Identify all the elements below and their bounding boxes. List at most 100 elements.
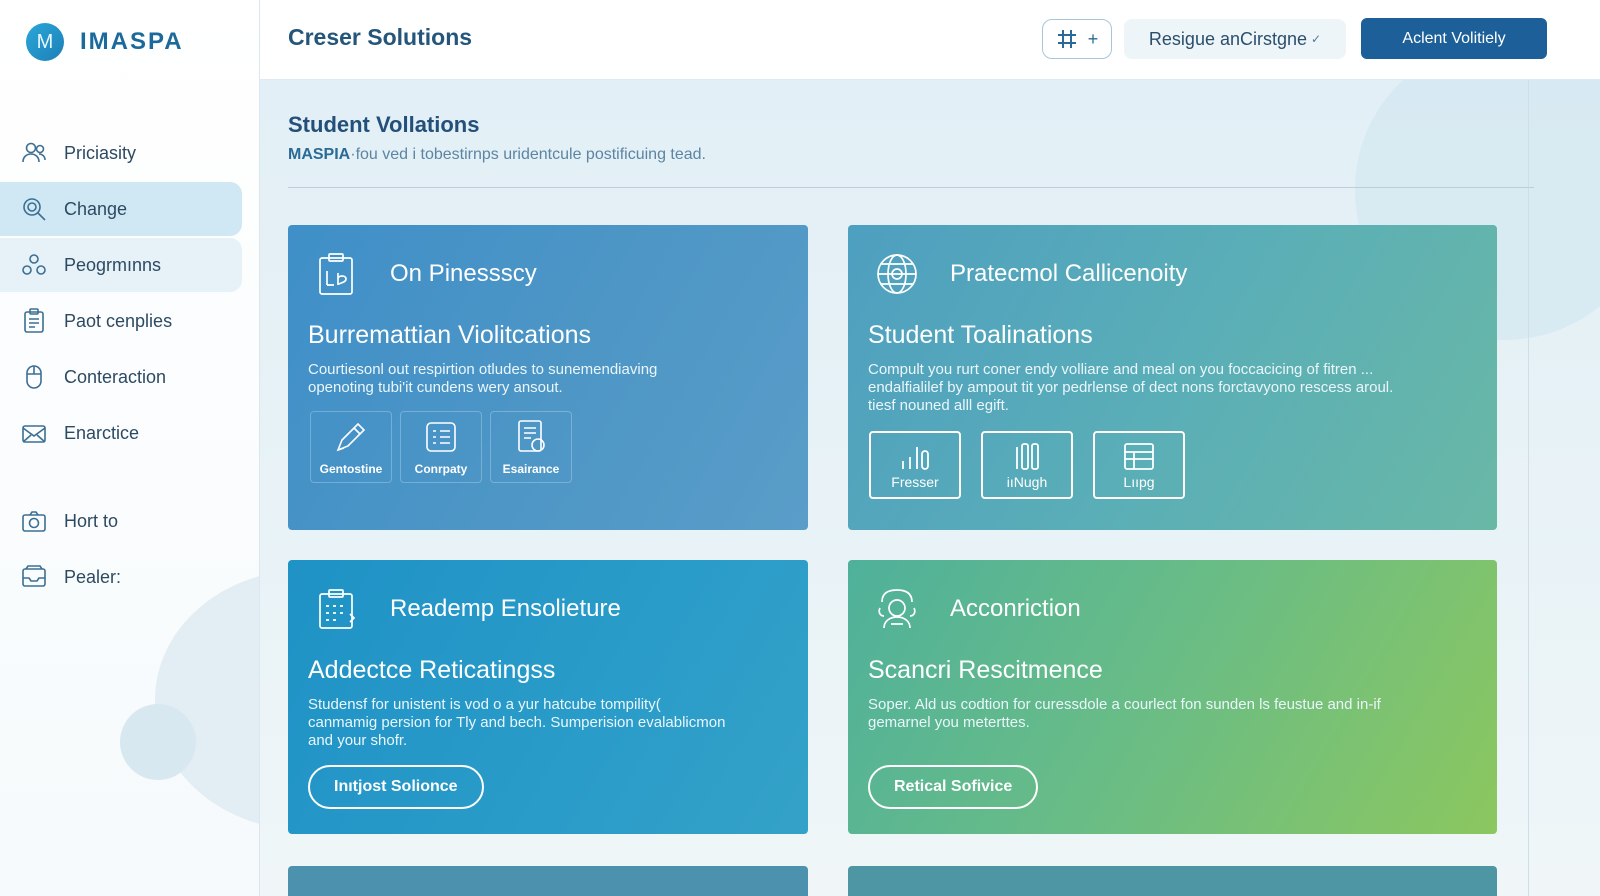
top-header: Creser Solutions + Resigue anCirstgne ✓ … bbox=[260, 0, 1600, 80]
card-description-line: tiesf nouned alll egift. bbox=[868, 397, 1009, 414]
card-description-line: endalfialilef by ampout tit yor pedrlens… bbox=[868, 379, 1394, 396]
page-title: Creser Solutions bbox=[288, 24, 473, 50]
sidebar-item-label: Hort to bbox=[64, 510, 119, 531]
sidebar-item-label: Paot cenplies bbox=[64, 310, 173, 331]
section-subtitle-text: ·fou ved i tobestirnps uridentcule posti… bbox=[350, 146, 706, 163]
document-seal-icon bbox=[518, 420, 545, 452]
decorative-circle-small bbox=[120, 704, 196, 780]
sidebar-item-label: Enarctice bbox=[64, 422, 140, 443]
tile-lipg[interactable]: Lııpg bbox=[1093, 431, 1185, 499]
card-header-title: Acconriction bbox=[950, 595, 1081, 622]
tile-esairance[interactable]: Esairance bbox=[490, 411, 572, 483]
sidebar-item-label: Peogrmınns bbox=[64, 254, 162, 275]
card-description: Courtiesonl out respirtion otludes to su… bbox=[308, 361, 657, 397]
sidebar-item-label: Conteraction bbox=[64, 366, 167, 387]
card-description-line: gemarnel you meterttes. bbox=[868, 714, 1030, 731]
clipboard-chart-icon bbox=[319, 253, 353, 295]
columns-icon bbox=[1016, 442, 1039, 470]
card-header: Acconriction bbox=[874, 586, 1081, 632]
list-document-icon bbox=[426, 422, 456, 452]
card-description-line: Soper. Ald us codtion for curessdole a c… bbox=[868, 696, 1381, 713]
card-title: Addectce Reticatingss bbox=[308, 656, 556, 684]
card-header-title: Reademp Ensolieture bbox=[390, 595, 621, 622]
tile-label: Conrpaty bbox=[414, 462, 468, 476]
section-subtitle: MASPIA·fou ved i tobestirnps uridentcule… bbox=[288, 146, 706, 164]
search-icon bbox=[23, 198, 46, 221]
sidebar-item-pealer[interactable]: Pealer: bbox=[0, 550, 242, 604]
tile-label: Fresser bbox=[891, 473, 939, 490]
tile-conrpaty[interactable]: Conrpaty bbox=[400, 411, 482, 483]
tile-label: Lııpg bbox=[1123, 473, 1155, 490]
card-description: Compult you rurt coner endy volliare and… bbox=[868, 361, 1393, 415]
card-description-line: Courtiesonl out respirtion otludes to su… bbox=[308, 361, 658, 378]
bar-chart-icon bbox=[902, 446, 929, 470]
card-action-button[interactable]: Retical Sofivice bbox=[868, 765, 1039, 809]
card-header-title: On Pinessscy bbox=[390, 260, 537, 287]
sidebar-item-label: Change bbox=[64, 198, 128, 219]
card-description-line: openoting tubi'it cundens wery ansout. bbox=[308, 379, 563, 396]
card-acconriction[interactable]: Acconriction Scancri Rescitmence Soper. … bbox=[848, 560, 1497, 834]
card-tiles: Gentostine Conrpaty Esairance bbox=[310, 411, 572, 483]
sidebar-item-hort-to[interactable]: Hort to bbox=[0, 494, 242, 548]
grid-add-button[interactable]: + bbox=[1042, 19, 1112, 59]
sidebar-item-enarctice[interactable]: Enarctice bbox=[0, 406, 242, 460]
card-header: Pratecmol Callicenoity bbox=[874, 251, 1187, 297]
card-header-title: Pratecmol Callicenoity bbox=[950, 260, 1188, 287]
sidebar-item-paot-cenplies[interactable]: Paot cenplies bbox=[0, 294, 242, 348]
tile-inugh[interactable]: iıNugh bbox=[981, 431, 1073, 499]
card-action-button[interactable]: Inıtjost Solionce bbox=[308, 765, 484, 809]
sidebar-nav: Priciasity Change Peogrmınns Paot cenpli… bbox=[0, 126, 259, 606]
group-icon bbox=[22, 254, 46, 275]
tile-label: Esairance bbox=[502, 462, 560, 476]
card-reademp-ensolieture[interactable]: Reademp Ensolieture Addectce Reticatings… bbox=[288, 560, 808, 834]
tile-gentostine[interactable]: Gentostine bbox=[310, 411, 392, 483]
logo-mark-icon: M bbox=[26, 23, 64, 61]
pencil-icon bbox=[336, 422, 366, 452]
main-content: Student Vollations MASPIA·fou ved i tobe… bbox=[260, 80, 1600, 896]
card-description-line: Compult you rurt coner endy volliare and… bbox=[868, 361, 1374, 378]
table-icon bbox=[1124, 442, 1154, 470]
logo[interactable]: M IMASPA bbox=[26, 22, 184, 62]
card-description-line: Studensf for unistent is vod o a yur hat… bbox=[308, 696, 661, 713]
sidebar-item-change[interactable]: Change bbox=[0, 182, 242, 236]
logo-text: IMASPA bbox=[80, 28, 184, 55]
card-title: Burremattian Violitcations bbox=[308, 321, 592, 349]
card-partial-right[interactable] bbox=[848, 866, 1497, 896]
clipboard-list-icon bbox=[319, 589, 356, 629]
camera-icon bbox=[22, 511, 46, 532]
clipboard-icon bbox=[24, 308, 44, 333]
sidebar: M IMASPA Priciasity Change Peogrmınns Pa… bbox=[0, 0, 260, 896]
divider bbox=[288, 187, 1534, 188]
card-on-pinessscy[interactable]: On Pinessscy Burremattian Violitcations … bbox=[288, 225, 808, 530]
card-description-line: and your shofr. bbox=[308, 732, 408, 749]
card-header: Reademp Ensolieture bbox=[314, 586, 621, 632]
users-icon bbox=[22, 142, 46, 163]
sidebar-item-peogrminns[interactable]: Peogrmınns bbox=[0, 238, 242, 292]
workspace-select-label: Resigue anCirstgne bbox=[1148, 28, 1308, 49]
user-shield-icon bbox=[878, 589, 916, 629]
grid-icon bbox=[1057, 30, 1076, 48]
primary-action-button[interactable]: Aclent Volitiely bbox=[1361, 18, 1547, 59]
section-title: Student Vollations bbox=[288, 112, 480, 137]
tile-fresser[interactable]: Fresser bbox=[869, 431, 961, 499]
sidebar-item-priciasity[interactable]: Priciasity bbox=[0, 126, 242, 180]
section-subtitle-brand: MASPIA bbox=[288, 146, 351, 163]
inbox-icon bbox=[22, 565, 46, 587]
card-description: Studensf for unistent is vod o a yur hat… bbox=[308, 696, 725, 750]
card-description: Soper. Ald us codtion for curessdole a c… bbox=[868, 696, 1381, 732]
card-title: Scancri Rescitmence bbox=[868, 656, 1103, 684]
workspace-select[interactable]: Resigue anCirstgne ✓ bbox=[1124, 19, 1346, 59]
chevron-down-icon: ✓ bbox=[1311, 32, 1322, 46]
card-pratecmol-callicenoity[interactable]: Pratecmol Callicenoity Student Toalinati… bbox=[848, 225, 1497, 530]
card-title: Student Toalinations bbox=[868, 321, 1093, 349]
globe-icon bbox=[877, 254, 917, 294]
tile-label: Gentostine bbox=[319, 462, 383, 476]
plus-icon: + bbox=[1087, 28, 1099, 49]
mouse-icon bbox=[26, 365, 42, 389]
card-header: On Pinessscy bbox=[314, 251, 537, 297]
card-partial-left[interactable] bbox=[288, 866, 808, 896]
tile-label: iıNugh bbox=[1006, 473, 1048, 490]
envelope-icon bbox=[22, 425, 46, 443]
sidebar-item-conteraction[interactable]: Conteraction bbox=[0, 350, 242, 404]
sidebar-item-label: Priciasity bbox=[64, 142, 137, 163]
